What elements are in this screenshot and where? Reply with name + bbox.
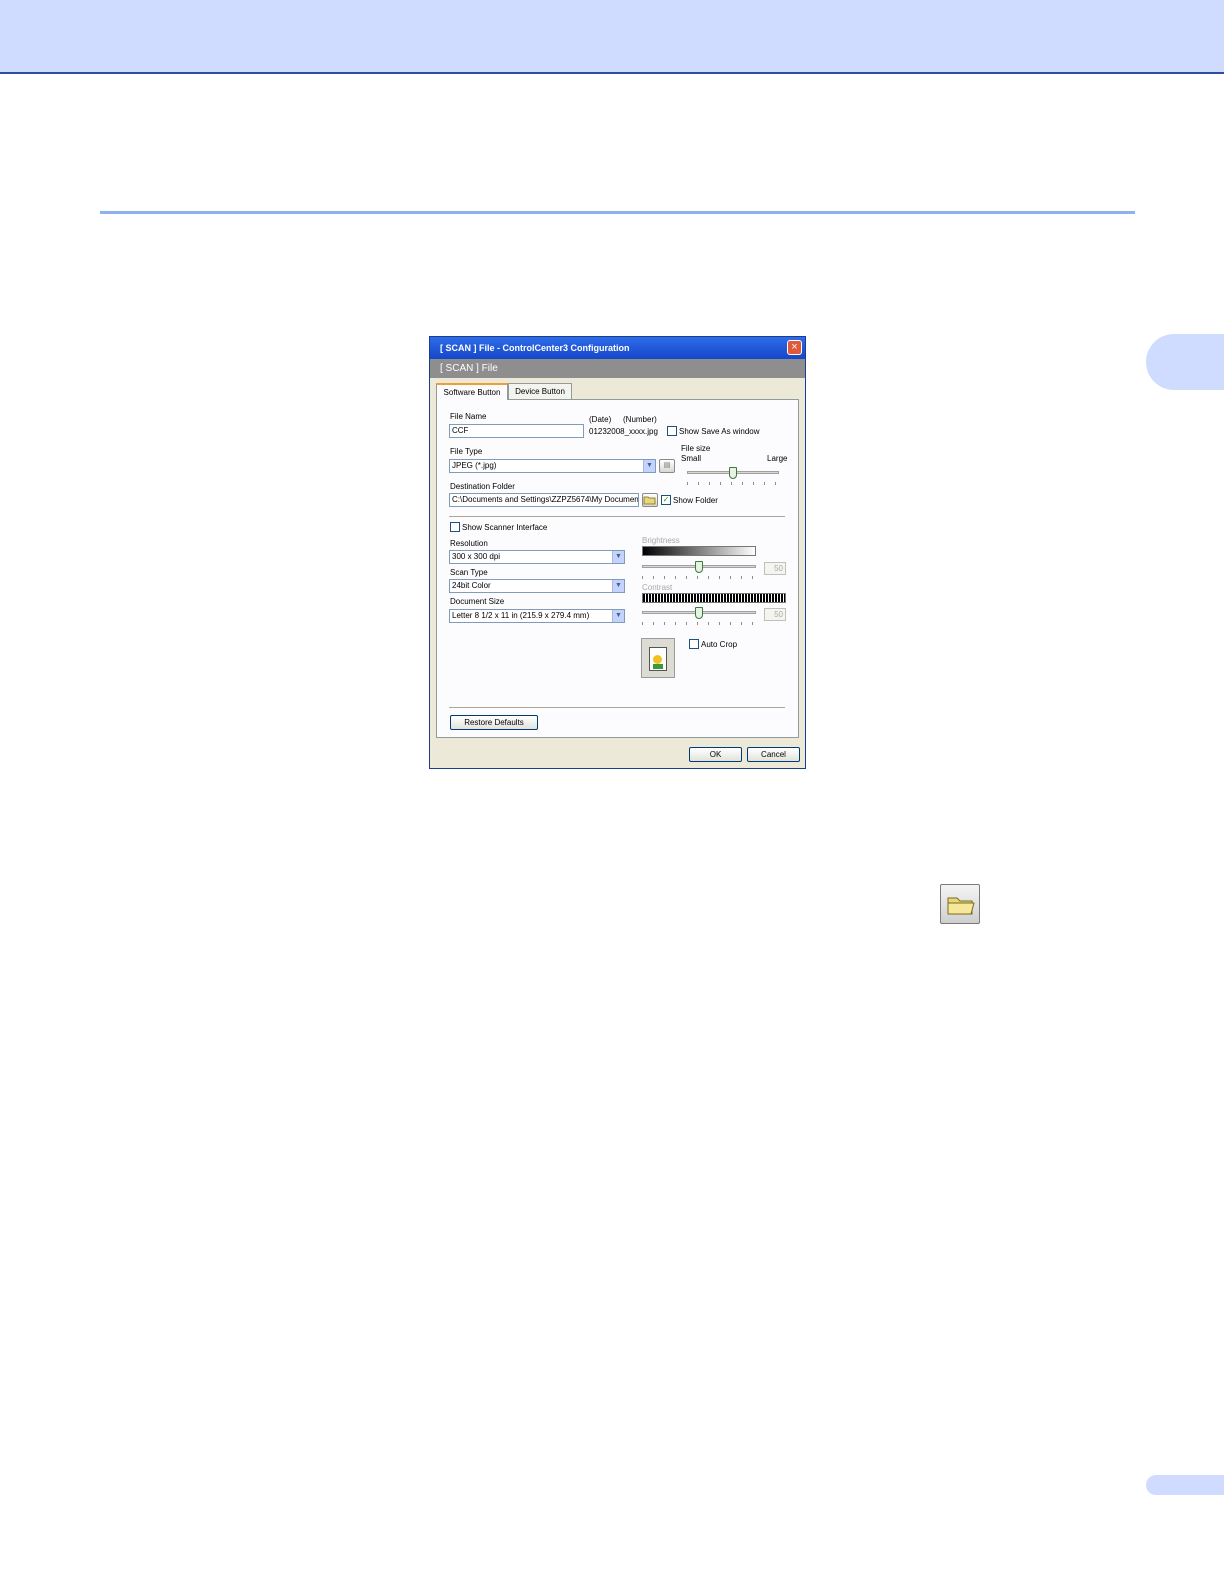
- file-size-small-label: Small: [681, 454, 702, 463]
- date-label: (Date): [589, 415, 612, 424]
- sun-icon: [653, 655, 662, 664]
- scan-type-value: 24bit Color: [452, 581, 491, 590]
- chevron-down-icon: ▼: [643, 460, 655, 472]
- chevron-down-icon: ▼: [612, 580, 624, 592]
- resolution-select[interactable]: 300 x 300 dpi ▼: [449, 550, 625, 564]
- file-size-large-label: Large: [767, 454, 788, 463]
- contrast-label: Contrast: [642, 583, 673, 592]
- divider: [449, 707, 785, 708]
- file-type-select[interactable]: JPEG (*.jpg) ▼: [449, 459, 656, 473]
- resolution-label: Resolution: [450, 539, 488, 548]
- show-folder-label: Show Folder: [673, 496, 718, 505]
- brightness-ticks: [642, 576, 756, 579]
- cancel-button[interactable]: Cancel: [747, 747, 800, 762]
- document-size-select[interactable]: Letter 8 1/2 x 11 in (215.9 x 279.4 mm) …: [449, 609, 625, 623]
- folder-icon: [643, 496, 656, 505]
- file-name-pattern: 01232008_xxxx.jpg: [589, 427, 658, 436]
- show-folder-checkbox[interactable]: ✓: [661, 495, 671, 505]
- destination-folder-input[interactable]: C:\Documents and Settings\ZZPZ5674\My Do…: [449, 493, 639, 507]
- landscape-icon: [653, 664, 663, 669]
- contrast-pattern: [642, 593, 786, 603]
- brightness-label: Brightness: [642, 536, 680, 545]
- chapter-tab: [1146, 334, 1224, 390]
- file-size-label: File size: [681, 444, 711, 453]
- document-preview-icon: [641, 638, 675, 678]
- close-button[interactable]: ×: [787, 340, 802, 355]
- file-name-label: File Name: [450, 412, 487, 421]
- brightness-gradient: [642, 546, 756, 556]
- document-size-label: Document Size: [450, 597, 505, 606]
- dialog-header: [ SCAN ] File: [430, 359, 805, 378]
- file-name-input[interactable]: CCF: [449, 424, 584, 438]
- ok-button[interactable]: OK: [689, 747, 742, 762]
- show-scanner-interface-checkbox[interactable]: [450, 522, 460, 532]
- tab-device-button[interactable]: Device Button: [508, 383, 572, 399]
- chevron-down-icon: ▼: [612, 551, 624, 563]
- resolution-value: 300 x 300 dpi: [452, 552, 501, 561]
- dialog-title: [ SCAN ] File - ControlCenter3 Configura…: [430, 337, 805, 359]
- page-header-band: [0, 0, 1224, 74]
- folder-icon: [940, 884, 980, 924]
- auto-crop-label: Auto Crop: [701, 640, 738, 649]
- file-size-ticks: [687, 482, 780, 485]
- file-type-label: File Type: [450, 447, 483, 456]
- destination-folder-label: Destination Folder: [450, 482, 515, 491]
- number-label: (Number): [623, 415, 657, 424]
- restore-defaults-button[interactable]: Restore Defaults: [450, 715, 538, 730]
- scan-file-config-dialog: [ SCAN ] File - ControlCenter3 Configura…: [429, 336, 806, 769]
- page-number-tab: [1146, 1475, 1224, 1495]
- show-save-as-checkbox[interactable]: [667, 426, 677, 436]
- show-scanner-interface-label: Show Scanner Interface: [462, 523, 548, 532]
- brightness-slider[interactable]: [695, 561, 703, 573]
- file-type-value: JPEG (*.jpg): [452, 461, 497, 470]
- page-icon: ▤: [663, 462, 671, 469]
- contrast-slider[interactable]: [695, 607, 703, 619]
- file-type-options-button[interactable]: ▤: [659, 459, 675, 473]
- scan-type-select[interactable]: 24bit Color ▼: [449, 579, 625, 593]
- tab-software-button[interactable]: Software Button: [436, 383, 508, 400]
- section-rule: [100, 211, 1135, 214]
- browse-folder-button[interactable]: [642, 493, 658, 507]
- document-size-value: Letter 8 1/2 x 11 in (215.9 x 279.4 mm): [452, 611, 590, 620]
- divider: [449, 516, 785, 517]
- brightness-value[interactable]: 50: [764, 562, 786, 575]
- auto-crop-checkbox[interactable]: [689, 639, 699, 649]
- show-save-as-label: Show Save As window: [679, 427, 760, 436]
- file-size-slider[interactable]: [729, 467, 737, 479]
- contrast-ticks: [642, 622, 756, 625]
- scan-type-label: Scan Type: [450, 568, 488, 577]
- chevron-down-icon: ▼: [612, 610, 624, 622]
- settings-panel: File Name (Date) (Number) CCF 01232008_x…: [436, 399, 799, 738]
- contrast-value[interactable]: 50: [764, 608, 786, 621]
